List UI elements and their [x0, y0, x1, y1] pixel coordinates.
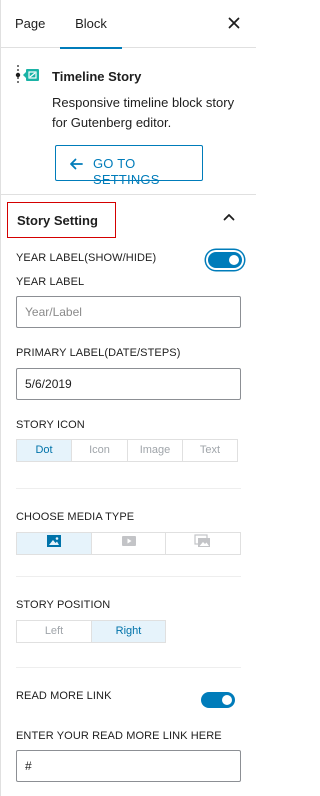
story-icon-option-image[interactable]: Image — [128, 440, 183, 461]
toggle-knob — [229, 255, 239, 265]
year-label-input[interactable]: Year/Label — [16, 296, 241, 328]
story-icon-option-text[interactable]: Text — [183, 440, 237, 461]
divider — [16, 667, 241, 668]
position-option-right[interactable]: Right — [92, 621, 165, 642]
year-label-label: YEAR LABEL — [16, 276, 85, 288]
divider — [16, 576, 241, 577]
read-more-toggle[interactable] — [201, 692, 235, 708]
tab-block-label: Block — [75, 16, 107, 31]
media-option-video[interactable] — [92, 533, 167, 554]
close-icon[interactable] — [223, 12, 245, 34]
sidebar-tabs: Page Block — [1, 0, 256, 49]
toggle-knob — [222, 695, 232, 705]
media-type-selector — [16, 532, 241, 555]
tab-block[interactable]: Block — [60, 0, 122, 49]
read-more-link-label: ENTER YOUR READ MORE LINK HERE — [16, 730, 222, 742]
story-position-label: STORY POSITION — [16, 599, 111, 611]
arrow-left-icon — [68, 156, 84, 172]
primary-label-input[interactable]: 5/6/2019 — [16, 368, 241, 400]
go-to-settings-label: GO TO SETTINGS — [93, 156, 160, 187]
media-type-label: CHOOSE MEDIA TYPE — [16, 511, 135, 523]
media-option-image[interactable] — [17, 533, 92, 554]
story-icon-option-icon[interactable]: Icon — [72, 440, 128, 461]
section-title: Story Setting — [17, 213, 98, 228]
gallery-icon — [194, 534, 212, 553]
story-icon-option-dot[interactable]: Dot — [17, 440, 72, 461]
story-position-selector: Left Right — [16, 620, 166, 643]
read-more-toggle-label: READ MORE LINK — [16, 690, 112, 702]
media-option-gallery[interactable] — [166, 533, 240, 554]
year-label-toggle-label: YEAR LABEL(SHOW/HIDE) — [16, 252, 157, 264]
position-option-left[interactable]: Left — [17, 621, 92, 642]
chevron-up-icon — [221, 209, 237, 225]
video-icon — [121, 534, 137, 553]
block-description: Responsive timeline block story for Gute… — [52, 95, 235, 130]
block-settings-sidebar: Page Block Timeline Story Responsive tim… — [0, 0, 256, 796]
block-card: Timeline Story Responsive timeline block… — [1, 49, 256, 195]
divider — [16, 488, 241, 489]
block-title: Timeline Story — [52, 69, 142, 84]
timeline-block-icon — [13, 63, 41, 87]
story-setting-panel-toggle[interactable]: Story Setting — [1, 196, 256, 244]
primary-label-label: PRIMARY LABEL(DATE/STEPS) — [16, 347, 181, 359]
story-icon-label: STORY ICON — [16, 419, 85, 431]
image-icon — [46, 534, 62, 553]
read-more-link-input[interactable]: # — [16, 750, 241, 782]
story-icon-selector: Dot Icon Image Text — [16, 439, 238, 462]
tab-page[interactable]: Page — [15, 0, 51, 48]
go-to-settings-button[interactable]: GO TO SETTINGS — [55, 145, 203, 187]
year-label-toggle[interactable] — [208, 252, 242, 268]
section-title-highlight: Story Setting — [7, 202, 116, 238]
